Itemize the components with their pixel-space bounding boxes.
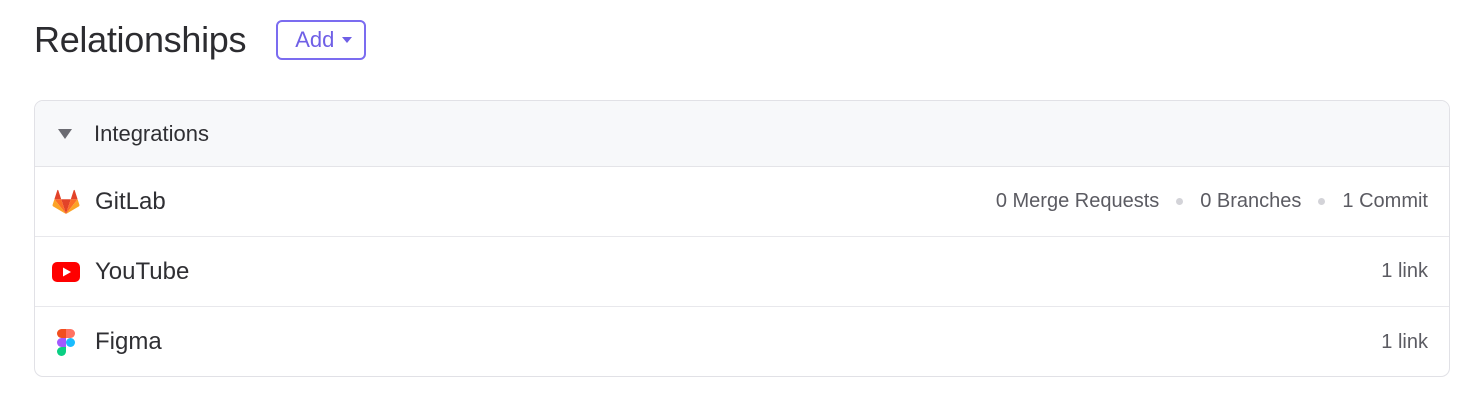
gitlab-stats: 0 Merge Requests 0 Branches 1 Commit xyxy=(996,190,1428,213)
youtube-link-count: 1 link xyxy=(1381,260,1428,283)
chevron-down-icon xyxy=(342,37,353,43)
merge-requests-count: 0 Merge Requests xyxy=(995,190,1160,212)
link-count: 1 link xyxy=(1381,330,1428,353)
integration-row-gitlab[interactable]: GitLab 0 Merge Requests 0 Branches 1 Com… xyxy=(35,167,1449,237)
relationships-header: Relationships Add xyxy=(34,18,367,62)
youtube-icon xyxy=(51,257,81,287)
link-count: 1 link xyxy=(1381,260,1428,282)
page-title: Relationships xyxy=(34,19,247,60)
integration-row-figma[interactable]: Figma 1 link xyxy=(35,307,1449,376)
figma-link-count: 1 link xyxy=(1381,331,1428,354)
separator-dot xyxy=(1176,198,1184,205)
branches-count: 0 Branches xyxy=(1200,190,1302,212)
collapse-caret-icon[interactable] xyxy=(58,128,72,139)
section-title: Integrations xyxy=(94,120,209,146)
integration-row-youtube[interactable]: YouTube 1 link xyxy=(35,237,1449,307)
separator-dot xyxy=(1318,198,1326,205)
commits-count: 1 Commit xyxy=(1342,190,1428,212)
integrations-panel: Integrations GitLab 0 Merge Requests 0 B… xyxy=(34,100,1450,377)
integration-name: GitLab xyxy=(95,187,166,215)
figma-icon xyxy=(51,327,81,357)
integrations-section-toggle[interactable]: Integrations xyxy=(35,101,1449,167)
gitlab-icon xyxy=(51,187,81,217)
add-button-label: Add xyxy=(295,27,335,52)
integration-name: Figma xyxy=(95,328,162,355)
add-button[interactable]: Add xyxy=(276,20,367,60)
integration-name: YouTube xyxy=(95,257,190,285)
